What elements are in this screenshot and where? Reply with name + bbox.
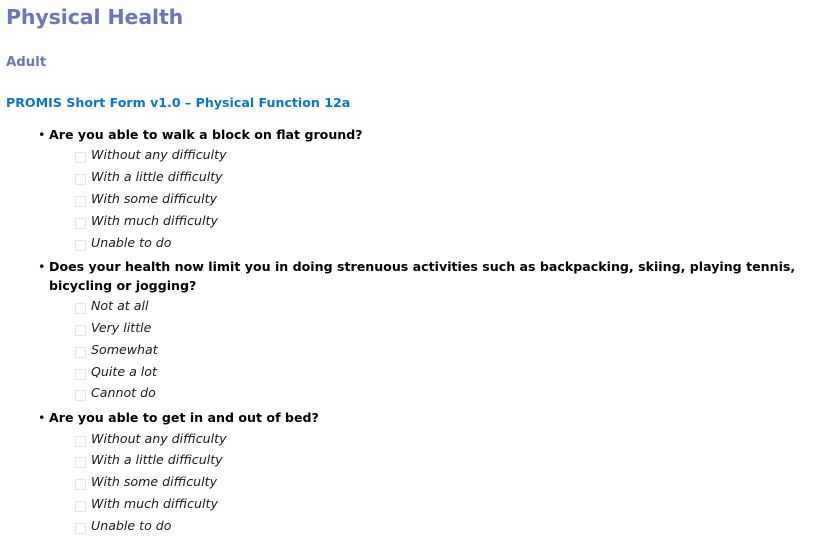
option-checkbox[interactable] (74, 151, 87, 165)
bullet-icon: • (38, 410, 46, 426)
option-row[interactable]: Quite a lot (0, 361, 824, 383)
option-row[interactable]: Cannot do (0, 382, 824, 404)
option-row[interactable]: With much difficulty (0, 210, 824, 232)
option-checkbox[interactable] (74, 499, 87, 513)
question-text: Are you able to get in and out of bed? (49, 410, 319, 426)
option-checkbox[interactable] (74, 478, 87, 492)
option-checkbox[interactable] (74, 521, 87, 535)
option-label[interactable]: Somewhat (0, 339, 824, 361)
option-row[interactable]: With much difficulty (0, 493, 824, 515)
option-checkbox[interactable] (74, 434, 87, 448)
question-text: Are you able to walk a block on flat gro… (49, 127, 363, 142)
option-checkbox[interactable] (74, 173, 87, 187)
option-row[interactable]: Unable to do (0, 232, 824, 254)
bullet-icon: • (38, 127, 46, 142)
option-row[interactable]: With some difficulty (0, 471, 824, 493)
question-item: • Does your health now limit you in doing… (0, 258, 824, 404)
option-label[interactable]: With some difficulty (0, 188, 824, 210)
option-label[interactable]: Very little (0, 317, 824, 339)
option-list: Without any difficulty With a little diff… (0, 144, 824, 253)
option-row[interactable]: With a little difficulty (0, 449, 824, 471)
question-list: • Are you able to walk a block on flat gr… (0, 126, 824, 537)
option-checkbox[interactable] (74, 302, 87, 316)
option-row[interactable]: Somewhat (0, 339, 824, 361)
instrument-title: PROMIS Short Form v1.0 – Physical Functi… (6, 95, 351, 110)
option-label[interactable]: Unable to do (0, 232, 824, 254)
option-checkbox[interactable] (74, 367, 87, 381)
option-label[interactable]: With a little difficulty (0, 166, 824, 188)
option-label[interactable]: With a little difficulty (0, 449, 824, 471)
option-list: Without any difficulty With a little diff… (0, 428, 824, 537)
question-item: • Are you able to get in and out of bed? W… (0, 409, 824, 536)
option-row[interactable]: Without any difficulty (0, 428, 824, 450)
option-checkbox[interactable] (74, 456, 87, 470)
option-row[interactable]: Without any difficulty (0, 144, 824, 166)
option-label[interactable]: Not at all (0, 295, 824, 317)
option-checkbox[interactable] (74, 324, 87, 337)
section-title-adult: Adult (6, 55, 47, 70)
option-row[interactable]: Unable to do (0, 515, 824, 537)
option-label[interactable]: Quite a lot (0, 361, 824, 383)
option-row[interactable]: With some difficulty (0, 188, 824, 210)
option-checkbox[interactable] (74, 238, 87, 252)
option-label[interactable]: With much difficulty (0, 493, 824, 515)
page-title: Physical Health (6, 5, 184, 29)
question-item: • Are you able to walk a block on flat gr… (0, 126, 824, 253)
option-checkbox[interactable] (74, 389, 87, 403)
option-list: Not at all Very little Somewhat Quite a lot… (0, 295, 824, 404)
option-checkbox[interactable] (74, 195, 87, 208)
option-checkbox[interactable] (74, 345, 87, 359)
questionnaire-page: Physical Health Adult PROMIS Short Form … (0, 0, 824, 540)
bullet-icon: • (38, 259, 46, 275)
option-row[interactable]: Not at all (0, 295, 824, 317)
option-label[interactable]: Unable to do (0, 515, 824, 537)
option-label[interactable]: Without any difficulty (0, 144, 824, 166)
option-label[interactable]: Without any difficulty (0, 428, 824, 450)
question-text: Does your health now limit you in doing … (49, 259, 796, 293)
option-label[interactable]: With much difficulty (0, 210, 824, 232)
option-checkbox[interactable] (74, 216, 87, 230)
option-label[interactable]: Cannot do (0, 382, 824, 404)
option-row[interactable]: Very little (0, 317, 824, 339)
option-label[interactable]: With some difficulty (0, 471, 824, 493)
option-row[interactable]: With a little difficulty (0, 166, 824, 188)
